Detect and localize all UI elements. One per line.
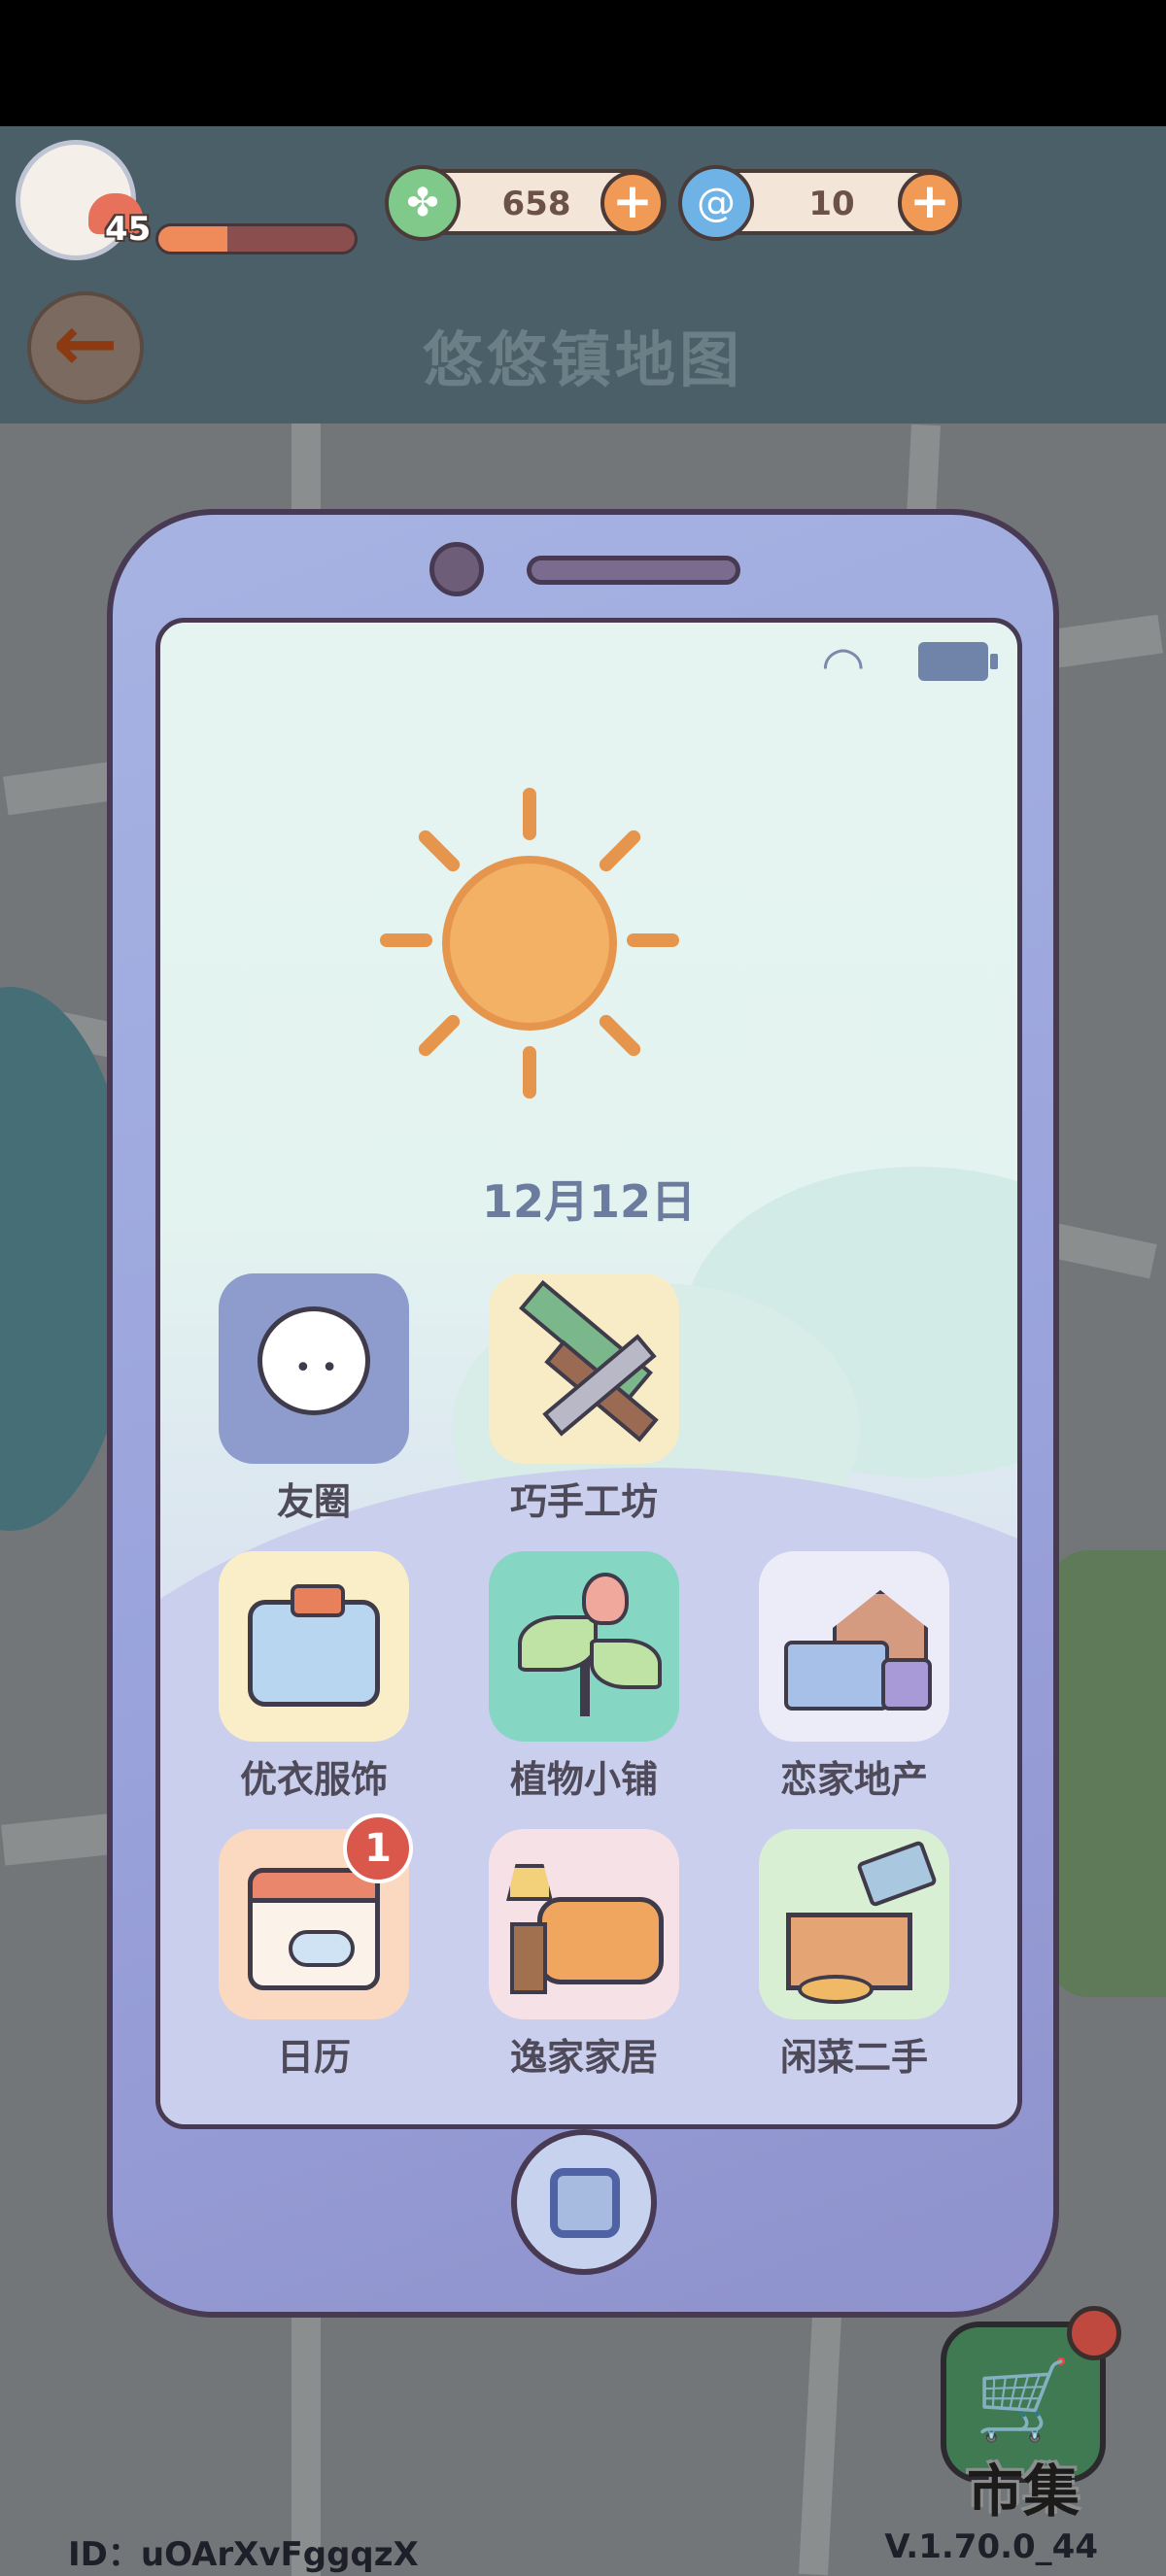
app-label: 友圈	[276, 1480, 351, 1523]
app-plant-shop[interactable]: 植物小铺	[489, 1551, 679, 1803]
player-level: 45	[105, 210, 152, 249]
wifi-icon: ◠	[821, 636, 866, 695]
speaker-grille	[527, 556, 740, 585]
app-label: 巧手工坊	[509, 1480, 658, 1523]
phone-frame: ◠ 12月12日 • • 友圈 巧手工坊 优衣服饰 植物小铺 恋家地产 1 日历…	[107, 509, 1059, 2318]
app-label: 恋家地产	[779, 1758, 928, 1801]
plant-icon	[489, 1551, 679, 1742]
moving-truck-icon	[759, 1551, 949, 1742]
status-bar-area	[0, 0, 1166, 126]
app-label: 植物小铺	[509, 1758, 658, 1801]
app-furniture[interactable]: 逸家家居	[489, 1829, 679, 2081]
app-label: 逸家家居	[509, 2036, 658, 2079]
player-id: ID：uOArXvFggqzX	[68, 2535, 419, 2574]
game-version: V.1.70.0_44	[884, 2527, 1098, 2566]
paintbrush-wrench-icon	[489, 1273, 679, 1464]
swirl-gem-icon: @	[678, 165, 754, 241]
app-workshop[interactable]: 巧手工坊	[489, 1273, 679, 1525]
phone-home-button[interactable]	[511, 2129, 657, 2275]
home-square-icon	[550, 2168, 620, 2238]
sofa-icon	[489, 1829, 679, 2019]
xp-bar	[155, 223, 358, 254]
app-clothing[interactable]: 优衣服饰	[219, 1551, 409, 1803]
app-label: 优衣服饰	[239, 1758, 388, 1801]
market-label: 市集	[966, 2458, 1080, 2525]
battery-icon	[918, 642, 998, 681]
add-swirl-currency-button[interactable]: +	[898, 171, 962, 235]
app-calendar[interactable]: 1 日历	[219, 1813, 413, 2081]
phone-screen: ◠ 12月12日 • • 友圈 巧手工坊 优衣服饰 植物小铺 恋家地产 1 日历…	[155, 618, 1022, 2129]
app-friends[interactable]: • • 友圈	[219, 1273, 409, 1525]
add-leaf-currency-button[interactable]: +	[600, 171, 665, 235]
app-label: 日历	[276, 2036, 351, 2079]
shirt-icon	[219, 1551, 409, 1742]
notification-badge: 1	[343, 1813, 413, 1883]
box-tag-icon	[759, 1829, 949, 2019]
leaf-coin-icon: ✤	[385, 165, 461, 241]
page-title: 悠悠镇地图	[422, 324, 743, 395]
chat-bubble-icon: • •	[219, 1273, 409, 1464]
market-notification-dot	[1067, 2306, 1121, 2360]
camera-icon	[429, 542, 484, 596]
app-real-estate[interactable]: 恋家地产	[759, 1551, 949, 1803]
date-label: 12月12日	[481, 1175, 697, 1228]
top-header: 45 658 ✤ + 10 @ + ← 悠悠镇地图	[0, 126, 1166, 424]
xp-bar-fill	[158, 226, 227, 252]
app-label: 闲菜二手	[779, 2036, 928, 2079]
app-secondhand[interactable]: 闲菜二手	[759, 1829, 949, 2081]
